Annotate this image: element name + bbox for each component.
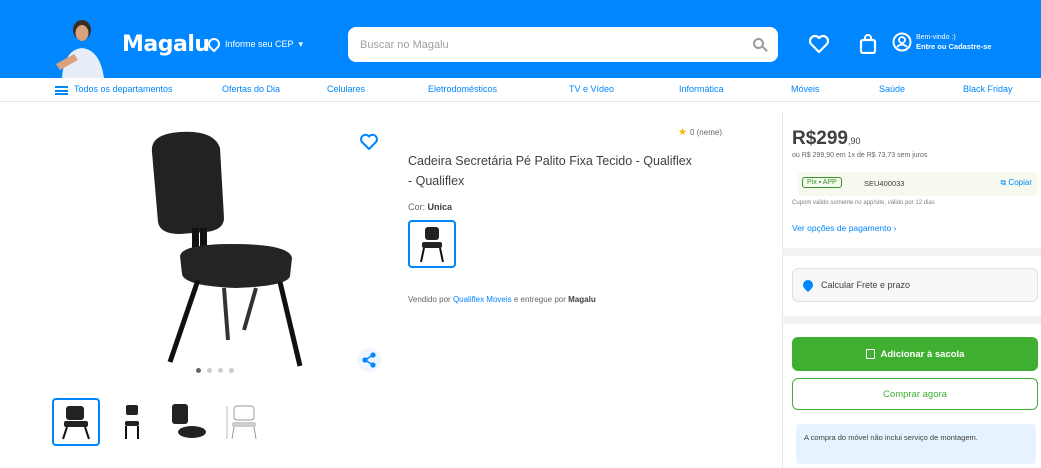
- location-icon: [800, 277, 816, 293]
- search-icon[interactable]: [753, 38, 764, 49]
- price-cents: ,90: [848, 136, 861, 146]
- seller-prefix: Vendido por: [408, 295, 451, 304]
- chevron-right-icon: ›: [893, 223, 897, 233]
- color-label: Cor: Unica: [408, 202, 452, 212]
- favorite-heart-icon[interactable]: [359, 132, 379, 152]
- copy-label: Copiar: [1008, 178, 1032, 187]
- chair-side-icon: [172, 404, 206, 438]
- bag-icon[interactable]: [857, 34, 879, 54]
- mascot-avatar: [56, 20, 104, 78]
- search-bar: [348, 27, 778, 62]
- coupon-note: Cupom válido somente no app/site, válido…: [792, 200, 935, 206]
- rating-text: 0 (neme): [689, 128, 722, 137]
- bag-icon: [865, 349, 875, 359]
- color-value: Unica: [427, 202, 453, 212]
- star-icon: ★: [678, 127, 687, 138]
- copy-coupon-button[interactable]: ⧉ Copiar: [1000, 178, 1032, 188]
- menu-icon[interactable]: [55, 86, 68, 95]
- seller-link[interactable]: Qualiflex Moveis: [453, 295, 512, 304]
- gallery-dot[interactable]: [229, 368, 234, 373]
- product-rating[interactable]: ★ 0 (neme): [678, 127, 722, 138]
- add-to-cart-label: Adicionar à sacola: [880, 348, 965, 360]
- top-header: Magalu Informe seu CEP ▾ Bem-vindo :) En…: [0, 0, 1041, 78]
- search-input[interactable]: [348, 27, 738, 62]
- account-login-link: Entre ou Cadastre-se: [916, 41, 992, 51]
- nav-all-departments[interactable]: Todos os departamentos: [74, 84, 173, 94]
- gallery-dot[interactable]: [218, 368, 223, 373]
- coupon-code: SEU400033: [864, 179, 905, 188]
- seller-middle: e entregue por: [513, 295, 566, 304]
- thumbnail-1[interactable]: [52, 398, 100, 446]
- chair-front-icon: [125, 405, 139, 439]
- installment-info: ou R$ 299,90 em 1x de R$ 73,73 sem juros: [792, 152, 928, 159]
- heart-icon[interactable]: [808, 34, 830, 54]
- pix-badge: Pix ▪ APP: [802, 177, 842, 188]
- category-nav: Todos os departamentos Ofertas do Dia Ce…: [0, 78, 1041, 102]
- nav-appliances[interactable]: Eletrodomésticos: [428, 84, 497, 94]
- assembly-info: A compra do móvel não inclui serviço de …: [796, 424, 1036, 464]
- share-icon[interactable]: [356, 347, 382, 373]
- seller-info: Vendido por Qualiflex Moveis e entregue …: [408, 295, 596, 304]
- color-prefix: Cor:: [408, 202, 426, 212]
- freight-calculator[interactable]: Calcular Frete e prazo: [792, 268, 1038, 302]
- price: R$299,90: [792, 128, 861, 150]
- chair-thumb-icon: [62, 406, 90, 440]
- magalu-logo[interactable]: Magalu: [122, 32, 210, 57]
- payment-options-label: Ver opções de pagamento: [792, 223, 892, 233]
- nav-phones[interactable]: Celulares: [327, 84, 365, 94]
- nav-health[interactable]: Saúde: [879, 84, 905, 94]
- nav-daily-offers[interactable]: Ofertas do Dia: [222, 84, 280, 94]
- color-swatch[interactable]: [408, 220, 456, 268]
- pix-coupon: Pix ▪ APP SEU400033 ⧉ Copiar: [798, 172, 1038, 196]
- delivery-by: Magalu: [568, 295, 596, 304]
- freight-label: Calcular Frete e prazo: [821, 280, 911, 290]
- buy-now-button[interactable]: Comprar agora: [792, 378, 1038, 410]
- nav-tv-video[interactable]: TV e Vídeo: [569, 84, 614, 94]
- account-greeting: Bem-vindo :): [916, 33, 956, 41]
- section-divider: [782, 316, 1041, 324]
- chevron-down-icon: ▾: [298, 38, 304, 49]
- cep-label: Informe seu CEP: [225, 39, 294, 49]
- price-main: R$299: [792, 128, 848, 149]
- product-title: Cadeira Secretária Pé Palito Fixa Tecido…: [408, 154, 692, 188]
- thumbnail-2[interactable]: [108, 398, 156, 446]
- nav-furniture[interactable]: Móveis: [791, 84, 820, 94]
- thumbnail-strip: [52, 398, 268, 446]
- chair-swatch-icon: [420, 227, 444, 263]
- nav-black-friday[interactable]: Black Friday: [963, 84, 1013, 94]
- nav-computers[interactable]: Informática: [679, 84, 724, 94]
- gallery-dots[interactable]: [196, 368, 234, 373]
- gallery-dot[interactable]: [207, 368, 212, 373]
- cep-selector[interactable]: Informe seu CEP ▾: [205, 35, 304, 53]
- payment-options-link[interactable]: Ver opções de pagamento ›: [792, 223, 896, 233]
- thumbnail-3[interactable]: [164, 398, 212, 446]
- chair-dimensions-icon: [226, 405, 257, 440]
- thumbnail-4[interactable]: [220, 398, 268, 446]
- location-icon: [205, 35, 223, 53]
- product-main-image[interactable]: [140, 130, 320, 375]
- add-to-cart-button[interactable]: Adicionar à sacola: [792, 337, 1038, 371]
- section-divider: [782, 248, 1041, 256]
- gallery-dot[interactable]: [196, 368, 201, 373]
- user-icon: [892, 32, 912, 52]
- account-menu[interactable]: Bem-vindo :) Entre ou Cadastre-se: [892, 32, 991, 52]
